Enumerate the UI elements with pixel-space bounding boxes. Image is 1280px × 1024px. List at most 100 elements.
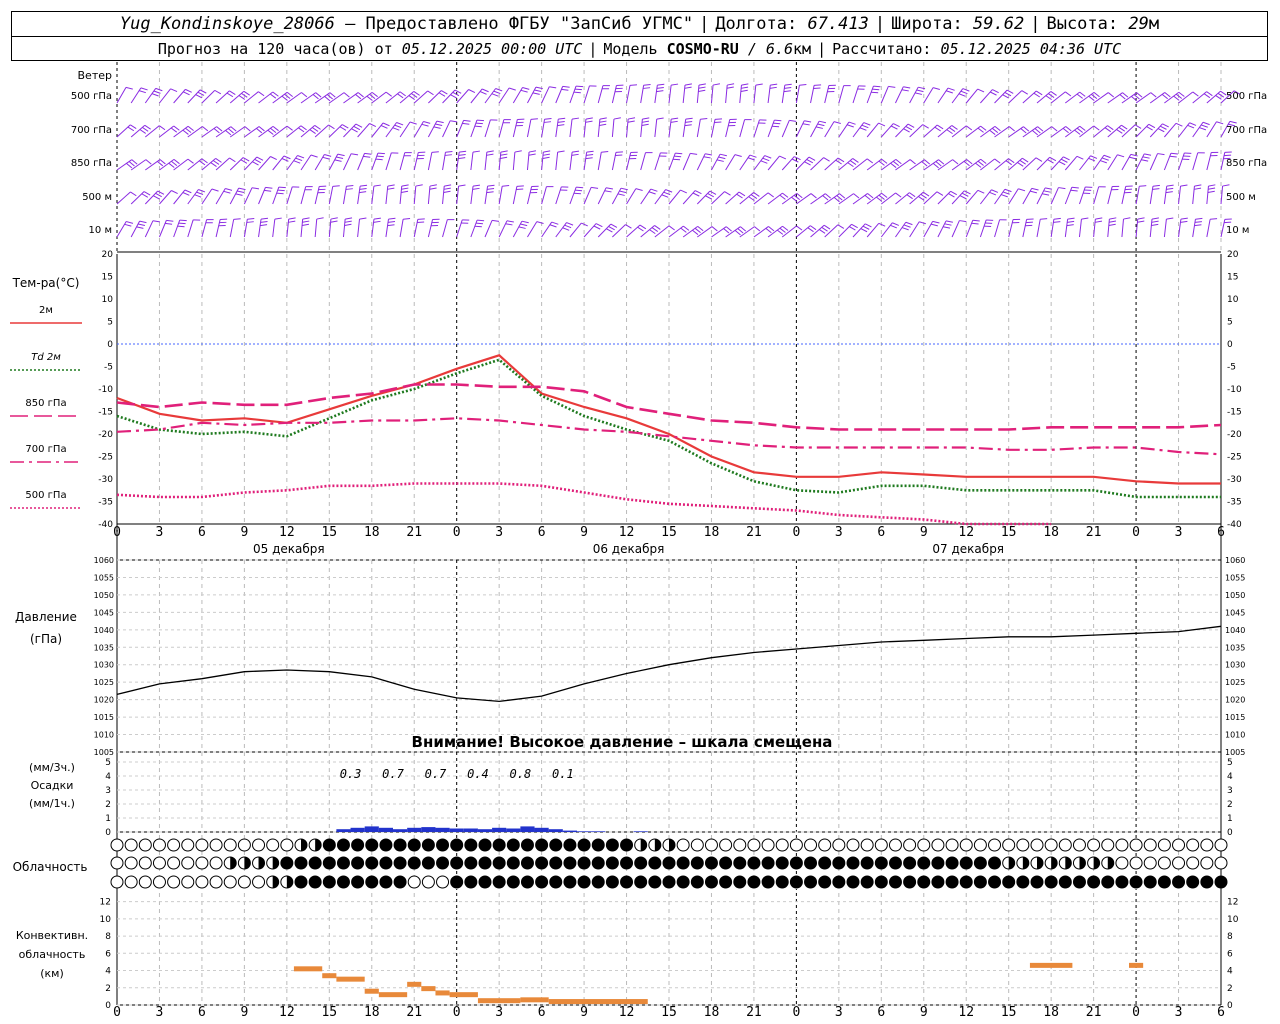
- wind-barb-flag: [195, 94, 203, 99]
- wind-barb: [895, 86, 904, 104]
- wind-barb-flag: [1121, 124, 1128, 130]
- wind-barb-flag: [692, 229, 699, 235]
- wind-barb-flag: [1079, 125, 1086, 131]
- wind-barb-flag: [472, 187, 480, 190]
- wind-barb: [555, 186, 562, 205]
- time-tick-label: 3: [156, 1005, 164, 1020]
- cloud-symbol-fill: [301, 839, 307, 851]
- wind-barb: [682, 85, 686, 104]
- wind-barb-flag: [606, 228, 613, 233]
- wind-barb-flag: [782, 192, 789, 198]
- wind-barb-flag: [628, 117, 636, 120]
- cloud-symbol: [237, 875, 251, 889]
- wind-barb-flag: [157, 190, 165, 195]
- time-tick-label: 6: [198, 1005, 206, 1020]
- cloud-symbol-fill: [258, 857, 265, 869]
- wind-barb-flag: [905, 221, 913, 226]
- wind-barb: [654, 152, 661, 171]
- wind-barb-flag: [486, 150, 494, 153]
- wind-barb-flag: [431, 151, 439, 153]
- wind-barb-flag: [1169, 155, 1177, 158]
- time-tick-label: 0: [792, 1005, 800, 1020]
- wind-barb-flag: [339, 126, 347, 131]
- cloud-symbol: [421, 856, 435, 870]
- wind-barb-flag: [585, 120, 593, 123]
- wind-barb: [357, 186, 361, 205]
- wind-barb: [1078, 186, 1086, 205]
- pressure-panel-unit: (гПа): [30, 632, 62, 646]
- wind-barb-flag: [784, 83, 792, 86]
- wind-barb: [328, 186, 334, 205]
- wind-barb: [1093, 219, 1096, 238]
- wind-barb-flag: [823, 157, 830, 162]
- conv-title-2: облачность: [19, 948, 86, 961]
- wind-barb-flag: [543, 121, 552, 123]
- wind-barb-flag: [315, 92, 322, 98]
- wind-barb-flag: [571, 117, 580, 120]
- cloud-title: Облачность: [13, 860, 88, 874]
- conv-cloud-segment: [1129, 962, 1144, 968]
- wind-barb-flag: [214, 89, 222, 95]
- cloud-symbol: [421, 838, 435, 852]
- wind-barb-flag: [625, 224, 632, 229]
- wind-barb-flag: [223, 190, 231, 194]
- cloud-symbol: [605, 875, 619, 889]
- wind-barb-flag: [516, 185, 524, 187]
- wind-barb-flag: [152, 220, 160, 223]
- precip-bar: [378, 827, 393, 832]
- wind-barb-flag: [961, 192, 969, 197]
- wind-barb-flag: [1019, 159, 1026, 165]
- temp-ytick-right: -10: [1227, 385, 1242, 395]
- wind-barb-flag: [1029, 190, 1038, 194]
- wind-barb-flag: [182, 129, 189, 135]
- cloud-symbol: [1186, 838, 1200, 852]
- wind-barb: [116, 159, 133, 171]
- cloud-symbol: [138, 875, 152, 889]
- wind-barb-flag: [1136, 92, 1143, 98]
- cloud-symbol: [152, 875, 166, 889]
- wind-barb-flag: [300, 125, 307, 131]
- wind-barb-flag: [1071, 186, 1079, 189]
- wind-barb-flag: [183, 91, 190, 96]
- wind-barb-flag: [516, 188, 524, 191]
- cloud-symbol-fill: [1093, 857, 1100, 869]
- wind-barb-flag: [1157, 153, 1165, 156]
- time-tick-label: 3: [835, 1005, 843, 1020]
- wind-barb: [314, 186, 320, 205]
- wind-barb: [569, 186, 577, 205]
- wind-panel-title: Ветер: [78, 69, 112, 82]
- cloud-symbol: [690, 856, 704, 870]
- cloud-symbol: [223, 875, 237, 889]
- cloud-symbol: [549, 838, 563, 852]
- wind-barb: [158, 220, 167, 238]
- cloud-symbol: [308, 875, 322, 889]
- wind-barb-flag: [753, 192, 760, 197]
- wind-barb-flag: [903, 86, 911, 89]
- wind-barb: [286, 219, 290, 238]
- wind-barb-flag: [288, 220, 296, 223]
- wind-barb-flag: [972, 219, 980, 222]
- wind-barb-flag: [952, 159, 959, 165]
- wind-barb-flag: [233, 218, 241, 220]
- cloud-symbol: [733, 875, 747, 889]
- wind-barb-flag: [1076, 155, 1084, 160]
- wind-barb-flag: [1066, 224, 1074, 227]
- wind-barb: [654, 85, 658, 104]
- pressure-warning: Внимание! Высокое давление – шкала смеще…: [412, 733, 833, 751]
- cloud-symbol: [846, 856, 860, 870]
- wind-barb-flag: [593, 225, 601, 230]
- wind-barb: [456, 219, 463, 238]
- cloud-symbol: [535, 838, 549, 852]
- cloud-symbol: [620, 875, 634, 889]
- conv-ytick-right: 0: [1227, 1001, 1233, 1011]
- wind-barb-flag: [475, 222, 484, 225]
- wind-barb: [555, 152, 559, 171]
- wind-barb-flag: [1047, 159, 1054, 164]
- wind-barb-flag: [436, 120, 444, 124]
- wind-barb-flag: [938, 159, 945, 165]
- wind-barb-flag: [719, 153, 727, 157]
- precip-ytick-left: 5: [105, 758, 111, 768]
- wind-barb-flag: [595, 223, 603, 228]
- wind-level-label-left: 500 м: [82, 192, 112, 203]
- wind-barb-flag: [1134, 124, 1142, 129]
